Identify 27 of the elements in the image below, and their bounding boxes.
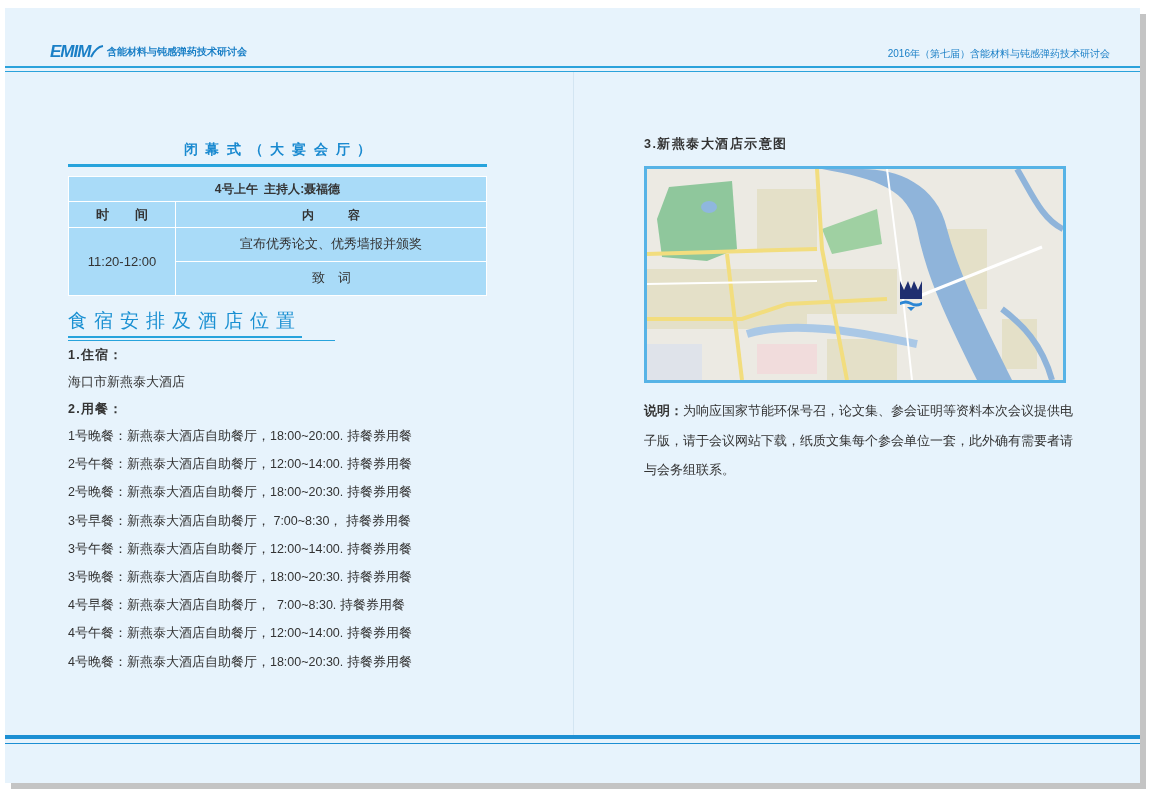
logo-wordmark: EMIM — [50, 42, 91, 62]
section-heading: 食宿安排及酒店位置 — [68, 308, 302, 338]
meal-schedule-line: 4号午餐：新燕泰大酒店自助餐厅，12:00~14:00. 持餐券用餐 — [68, 625, 413, 643]
subheading: 2.用餐： — [68, 401, 125, 418]
meal-schedule-line: 4号晚餐：新燕泰大酒店自助餐厅，18:00~20:30. 持餐券用餐 — [68, 653, 413, 671]
subheading: 1.住宿： — [68, 346, 125, 364]
meal-schedule-line: 2号午餐：新燕泰大酒店自助餐厅，12:00~14:00. 持餐券用餐 — [68, 456, 413, 474]
description-paragraph: 说明：为响应国家节能环保号召，论文集、参会证明等资料本次会议提供电子版，请于会议网站下载，纸质文集每个参会单位一套，此外确有需要者请与会务组联系。 — [644, 402, 1074, 479]
subheading: 3.新燕泰大酒店示意图 — [644, 135, 789, 153]
meal-schedule-line: 1号晚餐：新燕泰大酒店自助餐厅，18:00~20:00. 持餐券用餐 — [68, 428, 413, 445]
table-cell: 宣布优秀论文、优秀墙报并颁奖 — [175, 227, 487, 262]
meal-schedule-line: 3号午餐：新燕泰大酒店自助餐厅，12:00~14:00. 持餐券用餐 — [68, 540, 413, 558]
logo-swoosh-icon — [90, 45, 105, 59]
table-cell: 致 词 — [175, 261, 487, 296]
logo-name: 含能材料与钝感弹药技术研讨会 — [107, 46, 248, 58]
meal-schedule-line: 2号晚餐：新燕泰大酒店自助餐厅，18:00~20:30. 持餐券用餐 — [68, 484, 413, 502]
hotel-name: 海口市新燕泰大酒店 — [68, 374, 186, 391]
column-header: 内容 — [175, 201, 487, 228]
meal-schedule-line: 4号早餐：新燕泰大酒店自助餐厅， 7:00~8:30. 持餐券用餐 — [68, 597, 406, 615]
header-title: 2016年（第七届）含能材料与钝感弹药技术研讨会 — [887, 48, 1110, 60]
hotel-marker-icon — [900, 281, 922, 311]
meal-schedule-line: 3号晚餐：新燕泰大酒店自助餐厅，18:00~20:30. 持餐券用餐 — [68, 569, 413, 586]
section-title: 闭幕式（大宴会厅） — [182, 140, 379, 159]
table-cell: 11:20-12:00 — [68, 227, 176, 296]
table-caption: 4号上午 主持人:聂福德 — [68, 176, 487, 202]
column-header: 时间 — [68, 201, 176, 228]
meal-schedule-line: 3号早餐：新燕泰大酒店自助餐厅， 7:00~8:30， 持餐券用餐 — [68, 512, 412, 530]
